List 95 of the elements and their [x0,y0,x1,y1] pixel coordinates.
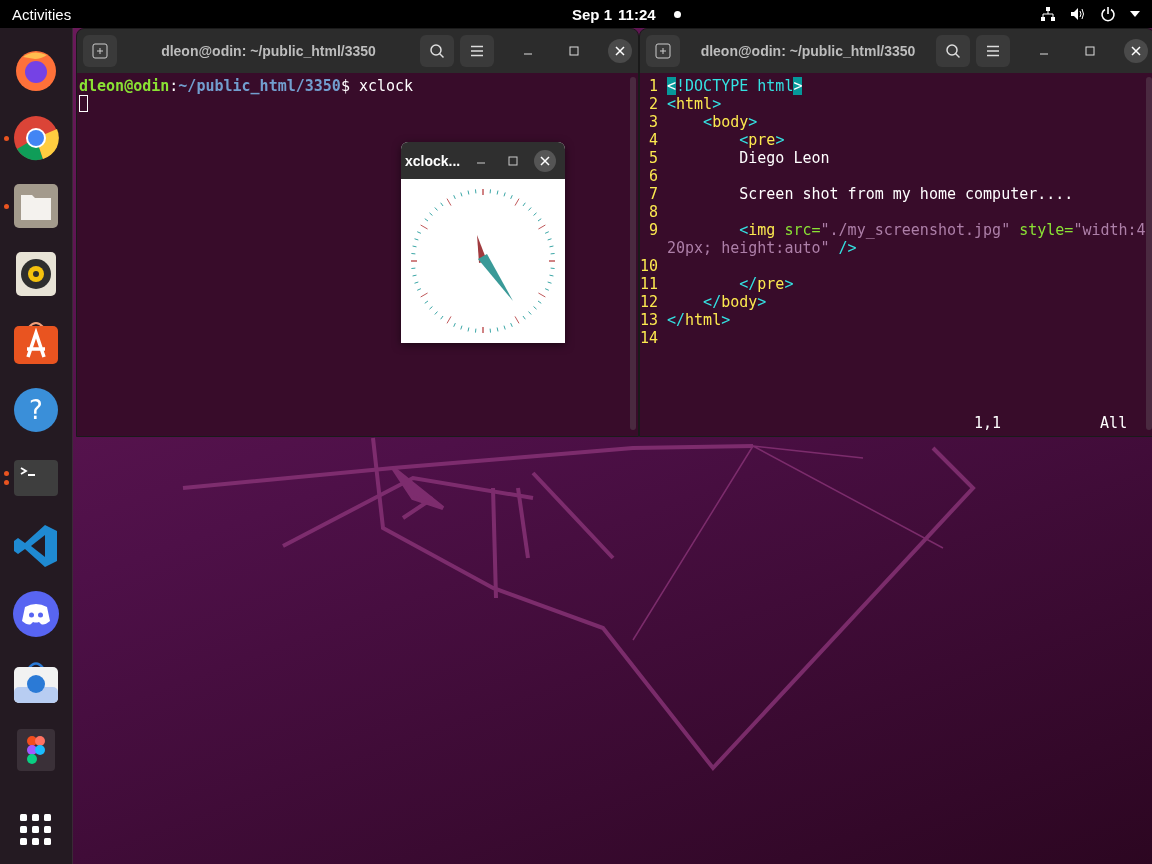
line-number: 12 [640,293,660,311]
prompt-path: ~/public_html/3350 [178,77,341,95]
close-button[interactable] [534,149,557,172]
code-text: > [748,113,758,131]
app-grid-icon[interactable] [20,814,52,846]
code-text: body [721,293,758,311]
search-icon[interactable] [945,43,961,59]
maximize-icon[interactable] [508,155,519,166]
line-number: 10 [640,257,660,275]
code-text: 20px; height:auto" [667,239,830,257]
line-number: 2 [647,95,659,113]
volume-icon[interactable] [1070,6,1086,22]
code-text: > [784,275,794,293]
window-title: dleon@odin: ~/public_html/3350 [160,43,377,59]
chrome-circle-icon[interactable] [13,115,59,161]
code-text: < [702,113,713,131]
line-number: 6 [647,167,659,185]
activities-button[interactable]: Activities [12,5,72,23]
window-title: dleon@odin: ~/public_html/3350 [699,43,917,59]
code-text: pre [757,275,785,293]
line-number: 5 [647,149,659,167]
code-text: > [757,293,767,311]
running-indicator-dot [4,471,9,476]
code-text: img [748,221,776,239]
caret-icon[interactable] [1130,11,1140,17]
close-icon[interactable] [540,155,551,166]
line-number: 7 [647,185,659,203]
menu-icon[interactable] [470,45,484,57]
code-text: !DOCTYPE html [676,77,794,95]
code-text: > [775,131,785,149]
matched-bracket: < [667,77,677,95]
line-number: 13 [640,311,660,329]
clock-time[interactable]: 11:24 [618,5,656,23]
folder-icon[interactable] [13,183,59,229]
speaker-icon[interactable] [13,251,59,297]
code-text: "./my_screenshot.jpg" [820,221,1011,239]
window-title: xclock... [405,152,461,169]
running-indicator-dot [4,480,9,485]
command-text: $ xclock [340,77,414,95]
running-indicator-dot [4,135,9,141]
search-icon[interactable] [429,43,445,59]
power-icon[interactable] [1100,6,1116,22]
line-number: 11 [640,275,660,293]
clock-date[interactable]: Sep 1 [572,5,613,23]
code-text: /> [837,239,857,257]
new-tab-button[interactable] [83,35,117,67]
code-text: pre [748,131,776,149]
running-indicator-dot [4,203,9,209]
code-text: body [712,113,749,131]
code-text: Diego Leon [738,149,830,167]
code-text: </ [667,311,686,329]
search-button[interactable] [936,35,970,67]
store-bag-icon[interactable] [13,659,59,705]
code-text: html [676,95,713,113]
code-text: < [738,131,749,149]
matched-bracket: > [793,77,803,95]
close-button[interactable] [1124,39,1148,63]
line-number: 9 [647,221,659,239]
code-text: < [667,95,677,113]
text-cursor [79,95,88,112]
new-tab-icon[interactable] [654,42,672,60]
line-number: 3 [647,113,659,131]
new-tab-button[interactable] [646,35,680,67]
code-text: > [721,311,731,329]
code-text: > [712,95,722,113]
search-button[interactable] [420,35,454,67]
code-text: </ [702,293,722,311]
code-text: Screen shot from my home computer.... [738,185,1074,203]
ribbon-icon[interactable] [13,523,59,569]
close-button[interactable] [608,39,632,63]
prompt-user: dleon@odin [79,77,170,95]
close-icon[interactable] [615,46,625,56]
code-text: "width:4 [1073,221,1146,239]
line-number: 8 [647,203,659,221]
prompt-separator: : [169,77,179,95]
shopping-bag-icon[interactable] [13,319,59,365]
code-text: html [685,311,722,329]
line-number: 1 [647,77,659,95]
code-text: src= [783,221,821,239]
new-tab-icon[interactable] [91,42,109,60]
cursor-position: 1,1 [974,414,1002,432]
close-icon[interactable] [1131,46,1141,56]
maximize-icon[interactable] [1085,46,1095,56]
scroll-position: All [1100,414,1128,432]
code-text: style= [1018,221,1074,239]
game-controller-face-icon[interactable] [13,591,59,637]
menu-button[interactable] [976,35,1010,67]
maximize-icon[interactable] [569,46,579,56]
code-text: </ [738,275,758,293]
menu-button[interactable] [460,35,494,67]
menu-icon[interactable] [986,45,1000,57]
line-number: 14 [640,329,660,347]
network-icon[interactable] [1040,6,1056,22]
line-number: 4 [647,131,659,149]
code-text: < [738,221,749,239]
